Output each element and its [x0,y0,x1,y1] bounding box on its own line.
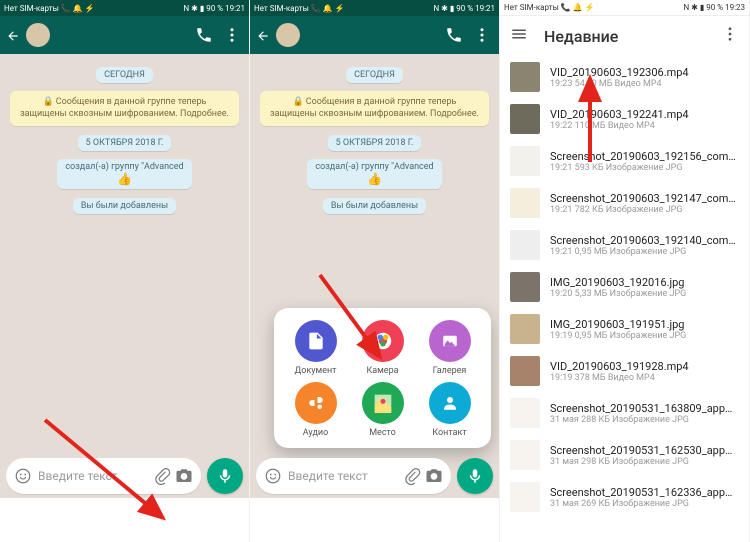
file-thumb [510,104,540,134]
hamburger-icon[interactable] [510,25,528,47]
file-name: VID_20190603_192306.mp4 [550,66,739,79]
group-created: создал(-а) группу "Advanced 👍 [307,159,441,189]
input-bar: Введите текст [250,454,499,498]
attach-gallery[interactable]: Галерея [418,320,481,376]
file-item[interactable]: Screenshot_20190603_192147_com…19:21 782… [500,182,749,224]
file-thumb [510,146,540,176]
file-item[interactable]: Screenshot_20190603_192156_com…19:21 593… [500,140,749,182]
file-name: Screenshot_20190603_192156_com… [550,150,739,163]
status-bar: Нет SIM-карты 📞 🔔 ⚡ N ✱ ▮ 90 % 19:23 [500,0,749,16]
file-item[interactable]: VID_20190603_192306.mp419:23 54,50 МБ Ви… [500,56,749,98]
attach-contact[interactable]: Контакт [418,382,481,438]
screen-file-picker: Нет SIM-карты 📞 🔔 ⚡ N ✱ ▮ 90 % 19:23 Нед… [500,0,750,542]
chat-area: СЕГОДНЯ 🔒Сообщения в данной группе тепер… [250,54,499,498]
file-meta: 19:21 0,95 МБ Изображение JPG [550,247,739,257]
call-icon[interactable] [443,24,465,46]
message-placeholder: Введите текст [284,469,401,483]
file-name: Screenshot_20190531_162336_app… [550,486,739,499]
file-meta: 19:22 110 МБ Видео MP4 [550,121,739,131]
menu-icon[interactable] [721,25,739,47]
file-meta: 31 мая 288 КБ Изображение JPG [550,415,739,425]
file-item[interactable]: IMG_20190603_192016.jpg19:20 5,33 МБ Изо… [500,266,749,308]
you-added: Вы были добавлены [323,198,426,214]
date-label: 5 ОКТЯБРЯ 2018 Г. [78,135,172,151]
group-created: создал(-а) группу "Advanced 👍 [57,159,191,189]
chat-header [0,16,249,54]
attach-icon[interactable] [151,465,173,487]
file-name: VID_20190603_192241.mp4 [550,108,739,121]
file-thumb [510,62,540,92]
file-item[interactable]: VID_20190603_191928.mp419:19 378 МБ Виде… [500,350,749,392]
file-name: Screenshot_20190531_163809_app… [550,402,739,415]
file-meta: 19:19 378 МБ Видео MP4 [550,373,739,383]
file-meta: 31 мая 298 КБ Изображение JPG [550,457,739,467]
file-name: VID_20190603_191928.mp4 [550,360,739,373]
file-name: IMG_20190603_191951.jpg [550,318,739,331]
message-field[interactable]: Введите текст [256,458,451,494]
file-item[interactable]: Screenshot_20190531_162336_app…31 мая 26… [500,476,749,518]
file-thumb [510,440,540,470]
file-item[interactable]: Screenshot_20190603_192140_com…19:21 0,9… [500,224,749,266]
message-placeholder: Введите текст [34,469,151,483]
emoji-icon[interactable] [262,465,284,487]
menu-icon[interactable] [471,24,493,46]
attachment-panel: Документ Камера Галерея Аудио Место Конт… [274,308,491,448]
emoji-icon[interactable] [12,465,34,487]
file-item[interactable]: Screenshot_20190531_163809_app…31 мая 28… [500,392,749,434]
chat-area: СЕГОДНЯ 🔒Сообщения в данной группе тепер… [0,54,249,498]
encryption-notice[interactable]: 🔒Сообщения в данной группе теперь защище… [10,91,239,126]
picker-title: Недавние [544,27,618,46]
file-thumb [510,356,540,386]
file-item[interactable]: Screenshot_20190531_162530_app…31 мая 29… [500,434,749,476]
file-meta: 19:20 5,33 МБ Изображение JPG [550,289,739,299]
file-item[interactable]: IMG_20190603_191951.jpg19:19 0,95 МБ Изо… [500,308,749,350]
camera-icon[interactable] [423,465,445,487]
attach-document[interactable]: Документ [284,320,347,376]
file-name: Screenshot_20190603_192140_com… [550,234,739,247]
input-bar: Введите текст [0,454,249,498]
file-thumb [510,314,540,344]
file-name: Screenshot_20190603_192147_com… [550,192,739,205]
file-meta: 19:23 54,50 МБ Видео MP4 [550,79,739,89]
file-meta: 31 мая 269 КБ Изображение JPG [550,499,739,509]
file-name: Screenshot_20190531_162530_app… [550,444,739,457]
file-meta: 19:19 0,95 МБ Изображение JPG [550,331,739,341]
file-meta: 19:21 593 КБ Изображение JPG [550,163,739,173]
chat-header [250,16,499,54]
avatar[interactable] [26,23,50,47]
file-name: IMG_20190603_192016.jpg [550,276,739,289]
picker-header: Недавние [500,16,749,56]
date-today: СЕГОДНЯ [346,67,403,83]
file-thumb [510,272,540,302]
file-thumb [510,398,540,428]
status-bar: Нет SIM-карты 📞 🔔 ⚡ N ✱ ▮ 90 % 19:21 [0,0,249,16]
attach-icon[interactable] [401,465,423,487]
file-thumb [510,230,540,260]
menu-icon[interactable] [221,24,243,46]
file-thumb [510,482,540,512]
file-item[interactable]: VID_20190603_192241.mp419:22 110 МБ Виде… [500,98,749,140]
date-today: СЕГОДНЯ [96,67,153,83]
attach-audio[interactable]: Аудио [284,382,347,438]
mic-button[interactable] [207,458,243,494]
call-icon[interactable] [193,24,215,46]
attach-location[interactable]: Место [351,382,414,438]
date-label: 5 ОКТЯБРЯ 2018 Г. [328,135,422,151]
back-icon[interactable] [256,28,270,42]
file-thumb [510,188,540,218]
file-meta: 19:21 782 КБ Изображение JPG [550,205,739,215]
back-icon[interactable] [6,28,20,42]
file-list[interactable]: VID_20190603_192306.mp419:23 54,50 МБ Ви… [500,56,749,542]
encryption-notice[interactable]: 🔒Сообщения в данной группе теперь защище… [260,91,489,126]
screen-whatsapp-attach: Нет SIM-карты 📞 🔔 ⚡ N ✱ ▮ 90 % 19:21 СЕГ… [250,0,500,542]
screen-whatsapp-chat: Нет SIM-карты 📞 🔔 ⚡ N ✱ ▮ 90 % 19:21 СЕГ… [0,0,250,542]
mic-button[interactable] [457,458,493,494]
message-field[interactable]: Введите текст [6,458,201,494]
attach-camera[interactable]: Камера [351,320,414,376]
you-added: Вы были добавлены [73,198,176,214]
status-bar: Нет SIM-карты 📞 🔔 ⚡ N ✱ ▮ 90 % 19:21 [250,0,499,16]
camera-icon[interactable] [173,465,195,487]
avatar[interactable] [276,23,300,47]
